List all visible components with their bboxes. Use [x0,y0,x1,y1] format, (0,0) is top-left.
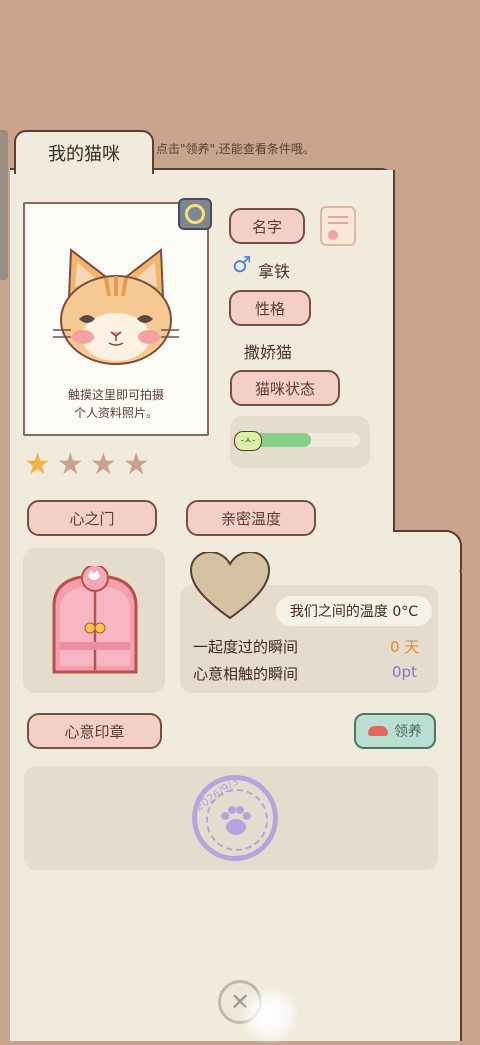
panel-edge [393,170,395,546]
name-label-button[interactable]: 名字 [229,208,305,244]
sparkle-glow [240,985,300,1045]
stamp-seal: 2026/9/3 [192,775,278,861]
adopt-icon [368,726,388,736]
panel-step [390,530,462,570]
heart-door-icon [52,566,138,674]
heart-door-panel[interactable] [23,548,165,693]
cat-portrait [53,248,179,365]
tab-title: 我的猫咪 [48,144,120,165]
camera-button[interactable] [178,198,212,230]
camera-icon [185,204,205,224]
status-label-button[interactable]: 猫咪状态 [230,370,340,406]
tab-my-cat[interactable]: 我的猫咪 [14,130,154,174]
photo-card[interactable]: 触摸这里即可拍摄 个人资料照片。 [23,202,209,436]
days-label: 一起度过的瞬间 [193,638,299,656]
touch-label: 心意相触的瞬间 [193,665,299,683]
days-value: 0 天 [390,638,420,656]
gender-icon: ♂ [232,253,252,278]
rating-stars: ★ ★ ★ ★ [24,450,174,482]
personality-value: 撒娇猫 [244,343,293,362]
star-empty-icon: ★ [122,447,150,482]
heart-icon [189,552,271,620]
touch-value: 0pt [392,663,417,681]
header-hint: 点击"领养",还能查看条件哦。 [156,142,315,156]
adopt-button[interactable]: 领养 [354,713,436,749]
stamp-button[interactable]: 心意印章 [27,713,162,749]
notes-icon[interactable] [320,206,356,246]
star-empty-icon: ★ [56,447,84,482]
adopt-label: 领养 [394,724,422,740]
cat-name: 拿铁 [258,262,291,281]
heart-door-button[interactable]: 心之门 [27,500,157,536]
temperature-badge: 我们之间的温度 0°C [276,596,432,626]
status-box: -ㅅ- [230,416,370,468]
photo-hint-2: 个人资料照片。 [73,406,158,420]
status-face-icon: -ㅅ- [234,431,262,451]
scroll-handle[interactable] [0,130,8,280]
intimacy-button[interactable]: 亲密温度 [186,500,316,536]
star-empty-icon: ★ [89,447,117,482]
star-filled-icon: ★ [24,447,51,482]
photo-hint-1: 触摸这里即可拍摄 [67,388,164,402]
personality-label-button[interactable]: 性格 [229,290,311,326]
temperature-text: 我们之间的温度 0°C [289,604,419,620]
paw-icon [221,806,251,835]
